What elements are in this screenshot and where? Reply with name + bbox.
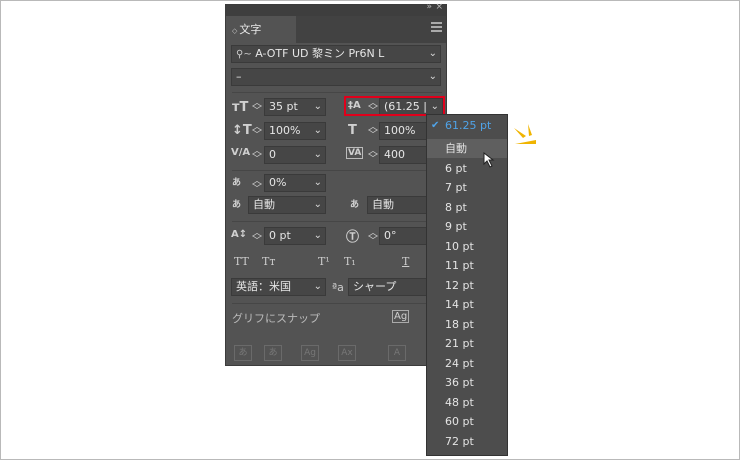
snap-angular-icon[interactable]: A xyxy=(388,345,406,361)
vertical-scale-value: 100% xyxy=(269,124,301,137)
panel-menu-icon[interactable] xyxy=(431,22,442,32)
kerning-field[interactable]: 0 ⌄ xyxy=(264,146,326,164)
dropdown-item-selected[interactable]: ✔ 61.25 pt xyxy=(427,116,507,135)
chevron-down-icon: ⌄ xyxy=(428,71,437,82)
all-caps-button[interactable]: TT xyxy=(234,255,249,268)
snap-x-height-icon[interactable]: Ax xyxy=(338,345,356,361)
font-family-value: A-OTF UD 黎ミン Pr6N L xyxy=(255,47,385,60)
horizontal-scale-value: 100% xyxy=(384,124,416,137)
font-style-select[interactable]: – ⌄ xyxy=(231,68,441,86)
tab-diamond-icon: ◇ xyxy=(232,27,238,35)
character-rotation-icon: Ⓣ xyxy=(346,230,360,245)
dropdown-item[interactable]: 7 pt xyxy=(427,178,507,197)
dropdown-item[interactable]: 9 pt xyxy=(427,217,507,236)
check-icon: ✔ xyxy=(431,120,440,131)
dropdown-item[interactable]: 36 pt xyxy=(427,373,507,392)
dropdown-selected-label: 61.25 pt xyxy=(445,119,492,132)
font-size-value: 35 pt xyxy=(269,100,298,113)
aki-right-value: 自動 xyxy=(372,198,394,211)
kerning-stepper[interactable]: ︿ ﹀ xyxy=(252,147,262,165)
language-select[interactable]: 英語：米国 ⌄ xyxy=(231,278,326,296)
tracking-stepper[interactable]: ︿ ﹀ xyxy=(368,147,378,165)
dropdown-item[interactable]: 21 pt xyxy=(427,334,507,353)
snap-icf-box-icon[interactable]: あ xyxy=(264,345,282,361)
font-size-icon: ᴛT xyxy=(232,100,249,115)
small-caps-button[interactable]: Tт xyxy=(262,255,275,268)
horizontal-scale-stepper[interactable]: ︿ ﹀ xyxy=(368,123,378,141)
dropdown-item[interactable]: 8 pt xyxy=(427,198,507,217)
rotation-stepper[interactable]: ︿ ﹀ xyxy=(368,229,378,247)
divider xyxy=(232,170,442,171)
chevron-down-icon: ⌄ xyxy=(313,230,322,241)
chevron-down-icon: ⌄ xyxy=(428,48,437,59)
vertical-scale-icon: ↕T xyxy=(232,123,252,138)
mouse-cursor-icon xyxy=(483,152,495,168)
font-size-field[interactable]: 35 pt ⌄ xyxy=(264,98,326,116)
tab-character[interactable]: ◇ 文字 xyxy=(226,16,296,43)
dropdown-item[interactable]: 12 pt xyxy=(427,276,507,295)
subscript-button[interactable]: T₁ xyxy=(344,255,356,268)
attention-marks-icon xyxy=(514,124,536,144)
dropdown-item[interactable]: 60 pt xyxy=(427,412,507,431)
font-style-value: – xyxy=(236,70,242,83)
leading-dropdown: ✔ 61.25 pt 自動 6 pt 7 pt 8 pt 9 pt 10 pt 11 pt 1… xyxy=(426,114,508,456)
tracking-icon: VA xyxy=(346,147,364,159)
baseline-shift-stepper[interactable]: ︿ ﹀ xyxy=(252,229,262,247)
rotation-value: 0° xyxy=(384,229,397,242)
superscript-button[interactable]: T¹ xyxy=(318,255,330,268)
snap-baseline-icon[interactable]: Ag xyxy=(301,345,319,361)
close-icon[interactable]: × xyxy=(435,2,443,12)
snap-to-glyph-label: グリフにスナップ xyxy=(232,312,320,325)
dropdown-item[interactable]: 14 pt xyxy=(427,295,507,314)
chevron-down-icon: ⌄ xyxy=(313,149,322,160)
snap-em-box-icon[interactable]: あ xyxy=(234,345,252,361)
baseline-shift-value: 0 pt xyxy=(269,229,291,242)
tsume-icon: あ xyxy=(232,178,242,188)
baseline-shift-icon: A↕ xyxy=(231,229,248,240)
underline-button[interactable]: T xyxy=(402,255,409,268)
collapse-icon[interactable]: » xyxy=(426,2,432,12)
vertical-scale-stepper[interactable]: ︿ ﹀ xyxy=(252,123,262,141)
chevron-down-icon: ⌄ xyxy=(313,199,322,210)
baseline-shift-field[interactable]: 0 pt ⌄ xyxy=(264,227,326,245)
language-value: 英語：米国 xyxy=(236,280,291,293)
dropdown-item[interactable]: 11 pt xyxy=(427,256,507,275)
divider xyxy=(232,221,442,222)
kerning-icon: V/A xyxy=(231,147,251,158)
horizontal-scale-icon: T xyxy=(348,123,357,138)
search-icon: ⚲~ xyxy=(236,49,252,60)
font-family-select[interactable]: ⚲~ A-OTF UD 黎ミン Pr6N L ⌄ xyxy=(231,45,441,63)
leading-highlight-box xyxy=(344,96,445,116)
aki-left-value: 自動 xyxy=(253,198,275,211)
kerning-value: 0 xyxy=(269,148,276,161)
dropdown-item[interactable]: 48 pt xyxy=(427,393,507,412)
chevron-down-icon: ⌄ xyxy=(313,101,322,112)
panel-tab-row: ◇ 文字 xyxy=(226,16,446,43)
tracking-value: 400 xyxy=(384,148,405,161)
character-panel: » × ◇ 文字 ⚲~ A-OTF UD 黎ミン Pr6N L ⌄ – ⌄ ᴛT … xyxy=(225,2,447,366)
tab-label: 文字 xyxy=(239,23,262,36)
divider xyxy=(232,92,442,93)
dropdown-item[interactable]: 24 pt xyxy=(427,354,507,373)
chevron-down-icon: ⌄ xyxy=(313,125,322,136)
dropdown-item[interactable]: 72 pt xyxy=(427,432,507,451)
glyph-snap-icon[interactable]: Ag xyxy=(392,310,410,323)
aki-right-icon: あ xyxy=(350,200,360,210)
tsume-stepper[interactable]: ︿ ﹀ xyxy=(252,177,262,195)
dropdown-item[interactable]: 18 pt xyxy=(427,315,507,334)
dropdown-item[interactable]: 10 pt xyxy=(427,237,507,256)
antialias-value: シャープ xyxy=(353,280,397,293)
tsume-value: 0% xyxy=(269,176,287,189)
chevron-down-icon: ⌄ xyxy=(313,281,322,292)
tsume-field[interactable]: 0% ⌄ xyxy=(264,174,326,192)
aki-left-icon: あ xyxy=(232,200,242,210)
panel-titlebar[interactable]: » × xyxy=(226,2,446,16)
vertical-scale-field[interactable]: 100% ⌄ xyxy=(264,122,326,140)
aki-left-select[interactable]: 自動 ⌄ xyxy=(248,196,326,214)
chevron-down-icon: ⌄ xyxy=(313,177,322,188)
antialias-label: ªa xyxy=(332,281,344,294)
divider xyxy=(232,303,442,304)
font-size-stepper[interactable]: ︿ ﹀ xyxy=(252,99,262,117)
